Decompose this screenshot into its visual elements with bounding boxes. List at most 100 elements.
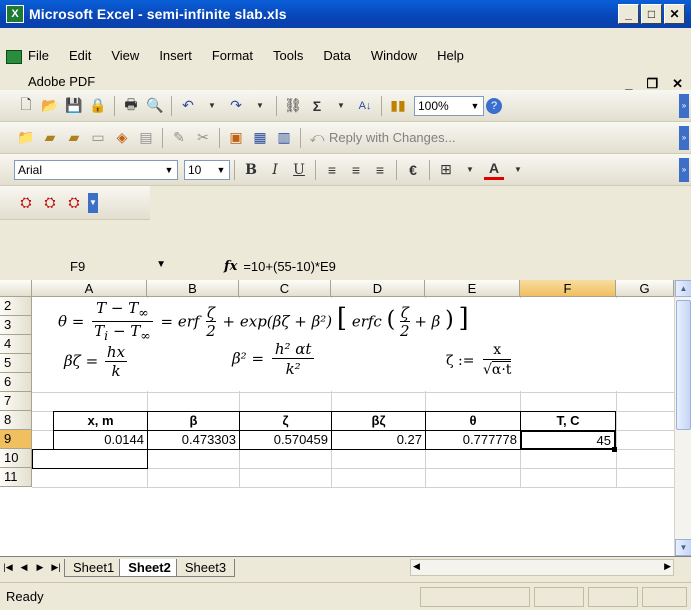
prev-sheet-icon[interactable]: ◀ xyxy=(16,562,32,573)
close-button[interactable]: ✕ xyxy=(664,4,685,24)
row-header-6[interactable]: 6 xyxy=(0,373,32,392)
column-header-a[interactable]: A xyxy=(32,280,147,297)
cell-a8[interactable]: x, m xyxy=(53,411,148,431)
review-icon-3[interactable]: ▭ xyxy=(88,128,108,148)
autosum-icon[interactable]: Σ xyxy=(307,96,327,116)
undo-dropdown-icon[interactable]: ▼ xyxy=(202,96,222,116)
permission-icon[interactable]: 🔒 xyxy=(88,96,108,116)
tab-sheet1[interactable]: Sheet1 xyxy=(64,558,124,577)
underline-button[interactable]: U xyxy=(289,160,309,180)
row-header-7[interactable]: 7 xyxy=(0,392,32,411)
font-size-select[interactable]: 10 ▼ xyxy=(184,159,230,180)
review-icon-1[interactable]: ▰ xyxy=(40,128,60,148)
menu-window[interactable]: Window xyxy=(361,48,427,63)
column-header-d[interactable]: D xyxy=(331,280,425,297)
menu-file[interactable]: File xyxy=(22,48,59,63)
save-icon[interactable]: 💾 xyxy=(64,96,84,116)
equation-zeta[interactable]: ζ := x √α·t xyxy=(446,342,512,380)
vertical-scrollbar[interactable]: ▲ ▼ xyxy=(674,280,691,556)
equation-beta-squared[interactable]: β² = h² αt k² xyxy=(232,340,315,379)
pdf-review-icon[interactable]: ⛭ xyxy=(64,193,84,213)
font-color-dropdown-icon[interactable]: ▼ xyxy=(508,160,528,180)
maximize-button[interactable]: □ xyxy=(641,4,662,24)
first-sheet-icon[interactable]: |◀ xyxy=(0,562,16,573)
review-icon-2[interactable]: ▰ xyxy=(64,128,84,148)
pdf-email-icon[interactable]: ⛭ xyxy=(40,193,60,213)
print-preview-icon[interactable]: 🔍 xyxy=(145,96,165,116)
worksheet-grid[interactable]: A B C D E F G 2 3 4 5 6 7 8 9 10 11 θ = … xyxy=(0,280,691,578)
folder-icon[interactable]: 📁 xyxy=(16,128,36,148)
undo-icon[interactable]: ↶ xyxy=(178,96,198,116)
sort-ascending-icon[interactable]: A↓ xyxy=(355,96,375,116)
menu-insert[interactable]: Insert xyxy=(149,48,202,63)
column-header-f[interactable]: F xyxy=(520,280,616,297)
borders-dropdown-icon[interactable]: ▼ xyxy=(460,160,480,180)
cell-f8[interactable]: T, C xyxy=(520,411,616,431)
name-box[interactable]: F9 ▼ xyxy=(2,255,180,277)
tab-sheet3[interactable]: Sheet3 xyxy=(175,558,236,577)
new-icon[interactable]: 🗋 xyxy=(16,96,36,116)
scroll-left-icon[interactable]: ◀ xyxy=(413,561,420,572)
column-header-b[interactable]: B xyxy=(147,280,239,297)
menu-edit[interactable]: Edit xyxy=(59,48,101,63)
print-icon[interactable]: 🖶 xyxy=(121,96,141,116)
reply-with-changes-button[interactable]: Reply with Changes... xyxy=(329,130,455,145)
menu-data[interactable]: Data xyxy=(313,48,360,63)
redo-dropdown-icon[interactable]: ▼ xyxy=(250,96,270,116)
review-icon-6[interactable]: ✎ xyxy=(169,128,189,148)
review-icon-10[interactable]: ▥ xyxy=(274,128,294,148)
autosum-dropdown-icon[interactable]: ▼ xyxy=(331,96,351,116)
currency-icon[interactable]: € xyxy=(403,160,423,180)
review-icon-7[interactable]: ✂ xyxy=(193,128,213,148)
row-header-8[interactable]: 8 xyxy=(0,411,32,430)
row-header-5[interactable]: 5 xyxy=(0,354,32,373)
equation-theta[interactable]: θ = T − T∞ Ti − T∞ = erf ζ 2 + exp(βζ + … xyxy=(58,300,469,345)
menu-view[interactable]: View xyxy=(101,48,149,63)
menu-adobe-pdf[interactable]: Adobe PDF xyxy=(28,74,95,89)
row-header-3[interactable]: 3 xyxy=(0,316,32,335)
cell-d8[interactable]: βζ xyxy=(331,411,426,431)
cell-c8[interactable]: ζ xyxy=(239,411,332,431)
bold-button[interactable]: B xyxy=(241,160,261,180)
minimize-button[interactable]: _ xyxy=(618,4,639,24)
scroll-up-icon[interactable]: ▲ xyxy=(675,280,691,297)
excel-app-icon[interactable]: X xyxy=(6,5,24,23)
formula-input[interactable]: =10+(55-10)*E9 xyxy=(243,259,336,274)
cell-b8[interactable]: β xyxy=(147,411,240,431)
align-center-icon[interactable]: ≡ xyxy=(346,160,366,180)
cell-b9[interactable]: 0.473303 xyxy=(147,430,240,450)
toolbar-overflow-icon[interactable]: » xyxy=(679,126,689,150)
pdf-toolbar-options-icon[interactable]: ▼ xyxy=(88,192,98,213)
cell-f9-selected[interactable]: 45 xyxy=(520,430,616,450)
scroll-down-icon[interactable]: ▼ xyxy=(675,539,691,556)
review-icon-5[interactable]: ▤ xyxy=(136,128,156,148)
next-sheet-icon[interactable]: ▶ xyxy=(32,562,48,573)
chart-wizard-icon[interactable]: ▮▮ xyxy=(388,96,408,116)
insert-hyperlink-icon[interactable]: ⛓ xyxy=(283,96,303,116)
horizontal-scrollbar[interactable]: ◀ ▶ xyxy=(410,559,674,576)
last-sheet-icon[interactable]: ▶| xyxy=(48,562,64,573)
borders-icon[interactable]: ⊞ xyxy=(436,160,456,180)
help-icon[interactable]: ? xyxy=(486,97,502,114)
cell-a10[interactable] xyxy=(32,449,148,469)
review-icon-8[interactable]: ▣ xyxy=(226,128,246,148)
pdf-convert-icon[interactable]: ⛭ xyxy=(16,193,36,213)
workbook-icon[interactable] xyxy=(6,50,22,64)
equation-beta-zeta[interactable]: βζ = hx k xyxy=(64,344,128,380)
review-icon-9[interactable]: ▦ xyxy=(250,128,270,148)
row-header-4[interactable]: 4 xyxy=(0,335,32,354)
row-header-9[interactable]: 9 xyxy=(0,430,32,449)
menu-format[interactable]: Format xyxy=(202,48,263,63)
cell-e8[interactable]: θ xyxy=(425,411,521,431)
cell-a9[interactable]: 0.0144 xyxy=(53,430,148,450)
align-right-icon[interactable]: ≡ xyxy=(370,160,390,180)
cell-d9[interactable]: 0.27 xyxy=(331,430,426,450)
font-select[interactable]: Arial ▼ xyxy=(14,159,178,180)
menu-tools[interactable]: Tools xyxy=(263,48,313,63)
fill-handle[interactable] xyxy=(612,447,617,452)
cell-e9[interactable]: 0.777778 xyxy=(425,430,521,450)
toolbar-overflow-icon[interactable]: » xyxy=(679,94,689,118)
tab-sheet2[interactable]: Sheet2 xyxy=(119,558,180,577)
cell-c9[interactable]: 0.570459 xyxy=(239,430,332,450)
insert-function-icon[interactable]: fx xyxy=(224,259,237,274)
